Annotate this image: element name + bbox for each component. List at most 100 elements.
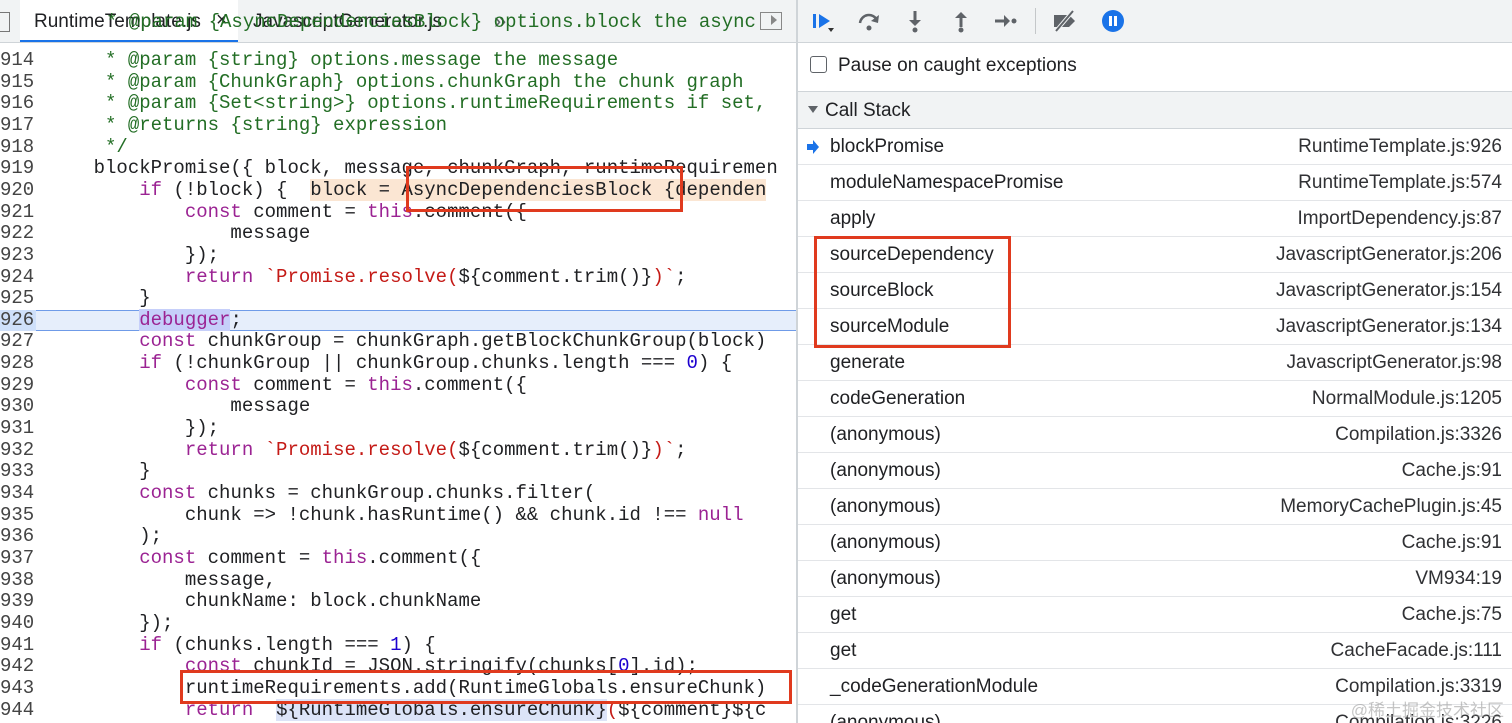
code-line[interactable]: 927 const chunkGroup = chunkGraph.getBlo… <box>0 331 796 353</box>
frame-function-name: get <box>830 640 857 661</box>
call-frame[interactable]: (anonymous) Cache.js:91 <box>798 525 1512 561</box>
line-number[interactable]: 938 <box>0 569 36 592</box>
call-frame[interactable]: apply ImportDependency.js:87 <box>798 201 1512 237</box>
code-line[interactable]: 922 message <box>0 222 796 245</box>
code-text: const comment = this.comment({ <box>48 547 481 570</box>
code-text: message, <box>48 569 276 592</box>
frame-location-link[interactable]: JavascriptGenerator.js:206 <box>1276 244 1502 266</box>
call-frame[interactable]: (anonymous) Compilation.js:3326 <box>798 417 1512 453</box>
line-number[interactable]: 921 <box>0 201 36 224</box>
line-number[interactable]: 927 <box>0 331 36 353</box>
line-number[interactable]: 929 <box>0 374 36 397</box>
line-number[interactable]: 943 <box>0 677 36 700</box>
code-token: if <box>139 178 163 201</box>
chevron-down-icon[interactable] <box>808 106 818 113</box>
call-frame[interactable]: get Cache.js:75 <box>798 597 1512 633</box>
code-line-paused[interactable]: 926 debugger; <box>0 308 796 332</box>
step-icon[interactable] <box>992 8 1018 34</box>
frame-location-link[interactable]: JavascriptGenerator.js:154 <box>1276 280 1502 302</box>
line-number[interactable]: 937 <box>0 547 36 570</box>
code-line[interactable]: 936 ); <box>0 525 796 548</box>
call-frame-current[interactable]: blockPromise RuntimeTemplate.js:926 <box>798 129 1512 165</box>
pause-on-caught-checkbox[interactable] <box>810 56 827 73</box>
frame-location-link[interactable]: RuntimeTemplate.js:926 <box>1298 136 1502 158</box>
line-number[interactable]: 939 <box>0 591 36 613</box>
frame-location-link[interactable]: CacheFacade.js:111 <box>1331 640 1502 662</box>
code-line[interactable]: 929 const comment = this.comment({ <box>0 374 796 397</box>
line-number[interactable]: 930 <box>0 396 36 418</box>
code-line[interactable]: 928 if (!chunkGroup || chunkGroup.chunks… <box>0 352 796 375</box>
frame-location-link[interactable]: RuntimeTemplate.js:574 <box>1298 172 1502 194</box>
line-number[interactable]: 940 <box>0 612 36 635</box>
line-number[interactable]: 926 <box>0 309 36 332</box>
line-number[interactable]: 941 <box>0 634 36 657</box>
call-frame[interactable]: (anonymous) Cache.js:91 <box>798 453 1512 489</box>
line-number[interactable]: 914 <box>0 49 36 72</box>
code-line[interactable]: 916 * @param {Set<string>} options.runti… <box>0 92 796 115</box>
code-line[interactable]: 925 } <box>0 287 796 310</box>
code-line[interactable]: 932 return `Promise.resolve(${comment.tr… <box>0 439 796 462</box>
line-number[interactable]: 917 <box>0 114 36 137</box>
frame-location-link[interactable]: NormalModule.js:1205 <box>1312 388 1502 410</box>
code-line[interactable]: 938 message, <box>0 569 796 592</box>
line-number[interactable]: 923 <box>0 244 36 267</box>
frame-location-link[interactable]: JavascriptGenerator.js:98 <box>1287 352 1502 374</box>
step-into-icon[interactable] <box>902 8 928 34</box>
step-out-icon[interactable] <box>948 8 974 34</box>
frame-location-link[interactable]: VM934:19 <box>1415 568 1502 590</box>
deactivate-breakpoints-icon[interactable] <box>1052 8 1078 34</box>
line-number[interactable]: 935 <box>0 504 36 527</box>
call-frame[interactable]: codeGeneration NormalModule.js:1205 <box>798 381 1512 417</box>
frame-location-link[interactable]: Cache.js:75 <box>1402 604 1502 626</box>
frame-location-link[interactable]: Compilation.js:3326 <box>1335 424 1502 446</box>
call-frame[interactable]: (anonymous) VM934:19 <box>798 561 1512 597</box>
code-line[interactable]: 915 * @param {ChunkGraph} options.chunkG… <box>0 71 796 94</box>
frame-location-link[interactable]: MemoryCachePlugin.js:45 <box>1280 496 1502 518</box>
line-number[interactable]: 934 <box>0 482 36 505</box>
code-line[interactable]: 931 }); <box>0 417 796 440</box>
frame-location-link[interactable]: Cache.js:91 <box>1402 532 1502 554</box>
code-line[interactable]: 923 }); <box>0 244 796 267</box>
line-number[interactable]: 933 <box>0 461 36 483</box>
code-token: } <box>48 460 151 483</box>
source-editor: RuntimeTemplate.js × JavascriptGenerator… <box>0 0 796 723</box>
code-line[interactable]: 935 chunk => !chunk.hasRuntime() && chun… <box>0 504 796 527</box>
step-over-icon[interactable] <box>856 8 882 34</box>
line-number[interactable]: 942 <box>0 656 36 678</box>
line-number[interactable]: 928 <box>0 352 36 375</box>
code-line[interactable]: 914 * @param {string} options.message th… <box>0 49 796 72</box>
line-number[interactable]: 931 <box>0 417 36 440</box>
code-line[interactable]: 940 }); <box>0 612 796 635</box>
call-stack-header[interactable]: Call Stack <box>798 92 1512 129</box>
line-number[interactable]: 932 <box>0 439 36 462</box>
line-number[interactable]: 925 <box>0 287 36 310</box>
line-number[interactable]: 918 <box>0 136 36 159</box>
frame-location-link[interactable]: ImportDependency.js:87 <box>1297 208 1502 230</box>
line-number[interactable]: 915 <box>0 71 36 94</box>
call-frame[interactable]: get CacheFacade.js:111 <box>798 633 1512 669</box>
frame-location-link[interactable]: JavascriptGenerator.js:134 <box>1276 316 1502 338</box>
code-line[interactable]: 941 if (chunks.length === 1) { <box>0 634 796 657</box>
line-number[interactable]: 920 <box>0 179 36 202</box>
line-number[interactable]: 919 <box>0 158 36 180</box>
frame-location-link[interactable]: Cache.js:91 <box>1402 460 1502 482</box>
line-number[interactable]: 916 <box>0 93 36 115</box>
line-number[interactable]: 936 <box>0 526 36 548</box>
code-line[interactable]: 933 } <box>0 461 796 483</box>
call-frame[interactable]: moduleNamespacePromise RuntimeTemplate.js… <box>798 165 1512 201</box>
pause-on-exceptions-icon[interactable] <box>1100 8 1126 34</box>
call-frame[interactable]: generate JavascriptGenerator.js:98 <box>798 345 1512 381</box>
resume-icon[interactable] <box>810 8 836 34</box>
call-frame[interactable]: (anonymous) MemoryCachePlugin.js:45 <box>798 489 1512 525</box>
code-line[interactable]: 917 * @returns {string} expression <box>0 114 796 137</box>
code-line[interactable]: 930 message <box>0 396 796 418</box>
code-line[interactable]: 934 const chunks = chunkGroup.chunks.fil… <box>0 482 796 505</box>
line-number[interactable]: 922 <box>0 223 36 245</box>
code-line[interactable]: 918 */ <box>0 136 796 159</box>
code-line[interactable]: 939 chunkName: block.chunkName <box>0 590 796 613</box>
code-line[interactable]: 924 return `Promise.resolve(${comment.tr… <box>0 266 796 289</box>
code-line[interactable]: 937 const comment = this.comment({ <box>0 547 796 570</box>
frame-location-link[interactable]: Compilation.js:3319 <box>1335 676 1502 698</box>
line-number[interactable]: 944 <box>0 699 36 722</box>
line-number[interactable]: 924 <box>0 266 36 289</box>
